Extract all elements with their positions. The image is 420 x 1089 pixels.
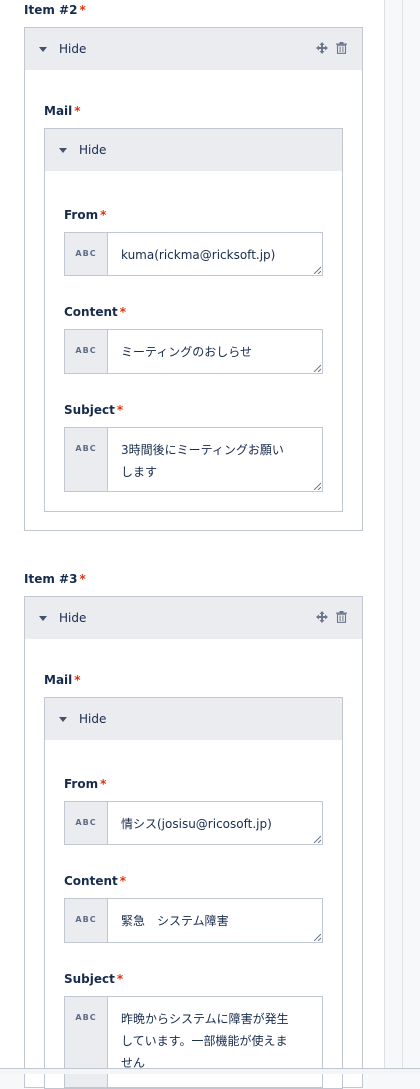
from-label: From * [64, 208, 107, 222]
required-marker: * [79, 3, 86, 17]
required-marker: * [119, 874, 127, 888]
divider [402, 0, 403, 1073]
resize-handle-icon[interactable] [313, 835, 321, 843]
abc-icon: ABC [75, 444, 97, 453]
required-marker: * [74, 673, 81, 687]
subject-field[interactable]: ABC 昨晩からシステムに障害が発生 しています。一部機能が使えま せん [64, 996, 323, 1088]
content-label: Content * [64, 305, 127, 319]
required-marker: * [116, 403, 124, 417]
required-marker: * [100, 208, 107, 222]
text-type-badge: ABC [65, 428, 108, 491]
trash-icon[interactable] [336, 42, 347, 54]
caret-down-icon[interactable] [59, 717, 67, 722]
resize-handle-icon[interactable] [313, 482, 321, 490]
trash-icon[interactable] [336, 611, 347, 623]
content-field[interactable]: ABC ミーティングのおしらせ [64, 329, 323, 374]
subject-value[interactable]: 3時間後にミーティングお願い します [121, 439, 312, 483]
window-bottom-edge [0, 1068, 420, 1074]
text-type-badge: ABC [65, 330, 108, 373]
move-icon[interactable] [316, 611, 328, 623]
mail-header[interactable]: Hide [45, 129, 342, 171]
resize-handle-icon[interactable] [313, 933, 321, 941]
item-3-hide-toggle[interactable]: Hide [59, 611, 86, 625]
subject-label: Subject * [64, 403, 124, 417]
item-2-hide-toggle[interactable]: Hide [59, 42, 86, 56]
from-label: From * [64, 777, 107, 791]
content-value[interactable]: ミーティングのおしらせ [121, 341, 312, 363]
item-3-header[interactable]: Hide [25, 597, 362, 639]
text-type-badge: ABC [65, 233, 108, 275]
from-field[interactable]: ABC kuma(rickma@ricksoft.jp) [64, 232, 323, 276]
item-2-header[interactable]: Hide [25, 28, 362, 70]
resize-handle-icon[interactable] [313, 364, 321, 372]
content-label: Content * [64, 874, 127, 888]
mail-label: Mail * [44, 104, 81, 118]
subject-value[interactable]: 昨晩からシステムに障害が発生 しています。一部機能が使えま せん [121, 1008, 312, 1074]
required-marker: * [116, 972, 124, 986]
caret-down-icon[interactable] [39, 47, 47, 52]
required-marker: * [79, 572, 86, 586]
abc-icon: ABC [75, 1013, 97, 1022]
abc-icon: ABC [75, 915, 97, 924]
mail-hide-toggle[interactable]: Hide [79, 143, 106, 157]
item-3-label: Item #3 * [24, 572, 86, 586]
required-marker: * [100, 777, 107, 791]
resize-handle-icon[interactable] [313, 266, 321, 274]
text-type-badge: ABC [65, 899, 108, 942]
required-marker: * [74, 104, 81, 118]
move-icon[interactable] [316, 42, 328, 54]
mail-header[interactable]: Hide [45, 698, 342, 740]
text-type-badge: ABC [65, 802, 108, 844]
subject-label: Subject * [64, 972, 124, 986]
content-value[interactable]: 緊急 システム障害 [121, 910, 312, 932]
caret-down-icon[interactable] [39, 616, 47, 621]
from-value[interactable]: kuma(rickma@ricksoft.jp) [121, 244, 312, 266]
abc-icon: ABC [75, 249, 97, 258]
required-marker: * [119, 305, 127, 319]
abc-icon: ABC [75, 346, 97, 355]
item-2-label: Item #2 * [24, 3, 86, 17]
content-field[interactable]: ABC 緊急 システム障害 [64, 898, 323, 943]
abc-icon: ABC [75, 818, 97, 827]
from-value[interactable]: 情シス(josisu@ricosoft.jp) [121, 813, 312, 835]
mail-hide-toggle[interactable]: Hide [79, 712, 106, 726]
from-field[interactable]: ABC 情シス(josisu@ricosoft.jp) [64, 801, 323, 845]
caret-down-icon[interactable] [59, 148, 67, 153]
subject-field[interactable]: ABC 3時間後にミーティングお願い します [64, 427, 323, 492]
mail-label: Mail * [44, 673, 81, 687]
